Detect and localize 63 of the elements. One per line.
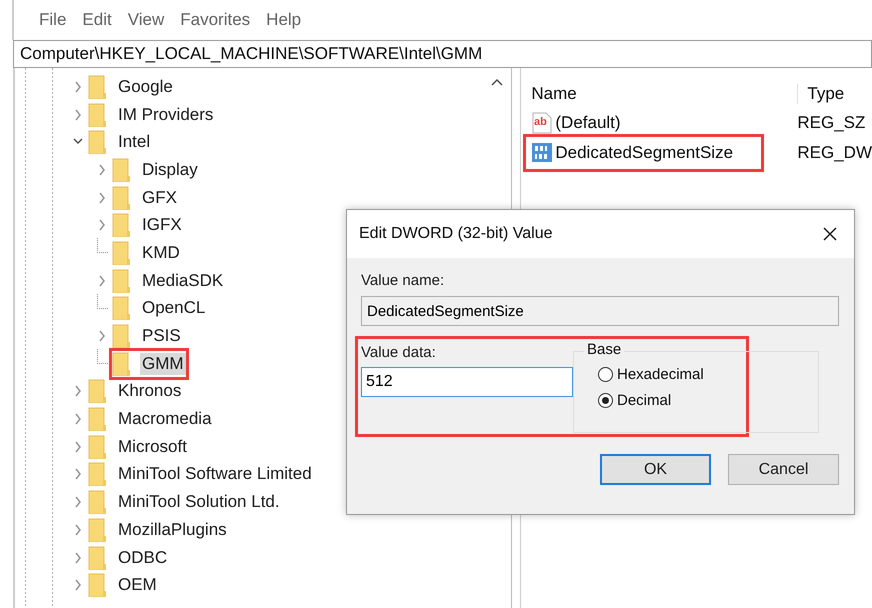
folder-icon — [88, 74, 107, 99]
tree-item[interactable]: ODBC — [116, 546, 170, 569]
tree-item[interactable]: Intel — [116, 131, 152, 154]
tree-item[interactable]: Display — [140, 158, 200, 181]
ok-button[interactable]: OK — [600, 454, 711, 485]
tree-item[interactable]: Khronos — [116, 380, 184, 402]
dialog-title: Edit DWORD (32-bit) Value — [359, 225, 553, 243]
folder-icon — [88, 102, 107, 127]
menu-item[interactable]: File — [39, 10, 66, 30]
folder-icon — [88, 573, 107, 598]
menu-item[interactable]: Favorites — [180, 10, 250, 30]
menu-item[interactable]: View — [128, 10, 164, 30]
table-cell: REG_DW — [797, 143, 872, 163]
folder-icon — [112, 324, 131, 348]
folder-icon — [88, 434, 107, 459]
folder-icon — [112, 186, 131, 210]
column-header[interactable]: Name — [531, 84, 798, 104]
tree-item[interactable]: MozillaPlugins — [116, 518, 229, 541]
menu-item[interactable]: Edit — [82, 10, 112, 30]
folder-icon — [112, 352, 131, 376]
tree-item[interactable]: PSIS — [140, 325, 183, 348]
radio-option[interactable]: Decimal — [598, 392, 818, 409]
tree-item[interactable]: IGFX — [140, 214, 184, 236]
table-cell: REG_SZ — [797, 113, 866, 133]
folder-icon — [112, 296, 131, 320]
tree-item[interactable]: MiniTool Software Limited — [116, 463, 314, 486]
folder-icon — [112, 158, 131, 182]
field-label: Value name: — [361, 272, 446, 289]
folder-icon — [88, 379, 107, 404]
menu-item[interactable]: Help — [266, 10, 302, 30]
cancel-button[interactable]: Cancel — [728, 454, 839, 485]
tree-item[interactable]: IM Providers — [116, 104, 216, 126]
tree-item[interactable]: KMD — [140, 242, 182, 264]
tree-item[interactable]: OEM — [116, 574, 159, 596]
table-cell: DedicatedSegmentSize — [555, 143, 734, 163]
table-cell: (Default) — [555, 113, 621, 133]
tree-item[interactable]: Google — [116, 76, 175, 98]
tree-item[interactable]: GFX — [140, 186, 179, 209]
folder-icon — [88, 462, 107, 486]
folder-icon — [112, 213, 131, 238]
close-icon — [822, 226, 838, 242]
tree-item[interactable]: Macromedia — [116, 408, 214, 430]
value-data-field[interactable]: 512 — [361, 367, 573, 397]
folder-icon — [88, 546, 107, 570]
tree-item[interactable]: GMM — [140, 352, 186, 375]
binary-value-icon — [531, 142, 554, 164]
column-header[interactable]: Type — [797, 84, 844, 104]
tree-item[interactable]: OpenCL — [140, 297, 208, 320]
folder-icon — [88, 407, 107, 432]
tree-item[interactable]: MiniTool Solution Ltd. — [116, 491, 282, 514]
address-bar[interactable]: Computer\HKEY_LOCAL_MACHINE\SOFTWARE\Intel\GMM — [13, 40, 872, 68]
folder-icon — [88, 130, 107, 154]
folder-icon — [88, 490, 107, 514]
radio-option[interactable]: Hexadecimal — [598, 366, 818, 383]
scroll-up-icon — [491, 78, 504, 86]
folder-icon — [88, 518, 107, 542]
string-value-icon: ab — [531, 112, 554, 134]
folder-icon — [112, 268, 131, 293]
field-label: Value data: — [361, 344, 437, 361]
tree-item[interactable]: Microsoft — [116, 436, 189, 458]
value-name-field[interactable]: DedicatedSegmentSize — [361, 296, 839, 326]
tree-item[interactable]: MediaSDK — [140, 270, 226, 292]
folder-icon — [112, 240, 131, 265]
